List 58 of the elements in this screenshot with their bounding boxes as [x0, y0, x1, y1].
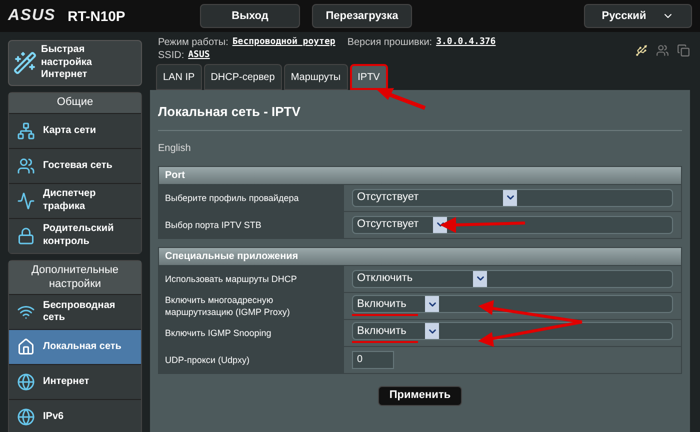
setting-label: Использовать маршруты DHCP [159, 266, 344, 292]
annotation-arrow [376, 88, 426, 110]
network-icon [17, 122, 35, 140]
sidebar-item[interactable]: Родительский контроль [9, 218, 141, 253]
section-header: Port [159, 166, 681, 184]
globe-icon [17, 408, 35, 426]
dropdown[interactable]: Отсутствует [352, 188, 673, 206]
monitors-icon [677, 44, 690, 57]
setting-label: Включить IGMP Snooping [159, 320, 344, 346]
dropdown[interactable]: Включить [352, 295, 673, 313]
ssid-link[interactable]: ASUS [188, 49, 210, 62]
dropdown[interactable]: Включить [352, 322, 673, 340]
apply-button[interactable]: Применить [378, 386, 462, 406]
input-field[interactable]: 0 [352, 350, 394, 368]
page-title: Локальная сеть - IPTV [158, 102, 682, 130]
setting-label: UDP-прокси (Udpxy) [159, 346, 344, 372]
sidebar-item[interactable]: IPv6 [9, 399, 141, 432]
globe-icon [17, 373, 35, 392]
header-button[interactable]: Перезагрузка [312, 4, 412, 28]
language-dropdown[interactable]: Русский [584, 4, 692, 28]
sidebar-group-title: Дополнительные настройки [9, 260, 141, 294]
sidebar-item[interactable]: Беспроводная сеть [9, 294, 141, 330]
mode-link[interactable]: Беспроводной роутер [232, 36, 336, 49]
annotation-underline [352, 314, 418, 316]
dropdown[interactable]: Отключить [352, 270, 673, 288]
setting-label: Включить многоадресную маршрутизацию (IGMP Proxy) [159, 292, 344, 318]
header-button[interactable]: Выход [200, 4, 300, 28]
magic-wand-icon [13, 51, 37, 75]
firmware-link[interactable]: 3.0.0.4.376 [436, 36, 496, 49]
tab[interactable]: Маршруты [284, 64, 348, 90]
usb-icon [635, 44, 648, 57]
setting-label: Выбор порта IPTV STB [159, 212, 344, 238]
sidebar-item[interactable]: Диспетчер трафика [9, 182, 141, 218]
tab[interactable]: DHCP-сервер [204, 64, 282, 90]
brand-logo: ASUS [8, 6, 56, 26]
firmware-label: Версия прошивки: [347, 36, 432, 49]
sidebar-item[interactable]: Гостевая сеть [9, 148, 141, 183]
mode-label: Режим работы: [158, 36, 228, 49]
tab[interactable]: IPTV [350, 64, 388, 90]
setting-label: Выберите профиль провайдера [159, 184, 344, 210]
users-icon [656, 44, 669, 57]
users-icon [17, 156, 35, 175]
sidebar-group-title: Общие [9, 93, 141, 113]
home-icon [17, 338, 35, 356]
model-name: RT-N10P [68, 6, 126, 26]
chart-icon [17, 192, 35, 210]
sidebar-item[interactable]: Карта сети [9, 112, 141, 148]
language-text: English [158, 142, 192, 156]
sidebar-item[interactable]: Интернет [9, 364, 141, 400]
quick-setup-button[interactable]: Быстрая настройка Интернет [8, 40, 142, 86]
lock-icon [17, 226, 35, 245]
ssid-label: SSID: [158, 49, 184, 62]
annotation-underline [352, 341, 418, 343]
sidebar-item[interactable]: Локальная сеть [9, 329, 141, 364]
dropdown[interactable]: Отсутствует [352, 216, 673, 234]
tab[interactable]: LAN IP [156, 64, 202, 90]
section-header: Специальные приложения [159, 248, 681, 264]
wifi-icon [17, 303, 35, 322]
